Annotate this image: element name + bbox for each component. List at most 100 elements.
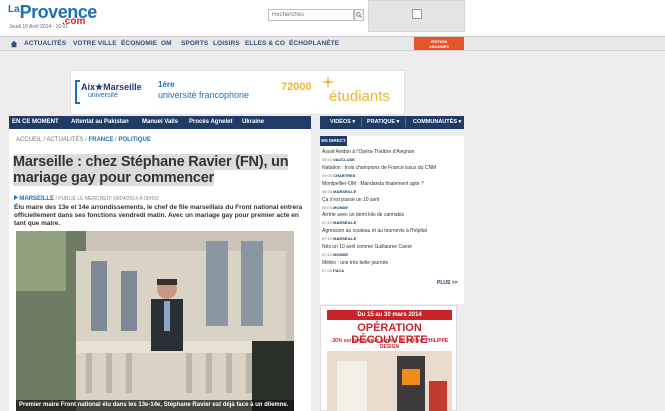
nav-sports[interactable]: SPORTS: [181, 40, 208, 47]
university-banner[interactable]: Aix★Marseille université 1ère université…: [70, 70, 405, 115]
breadcrumb-home[interactable]: ACCUEIL / ACTUALITÉS /: [16, 137, 87, 143]
news-title: Agression au couteau et au tournevis à l…: [322, 228, 427, 234]
logo-la: La: [8, 4, 20, 15]
sidebar-ad[interactable]: Du 15 au 30 mars 2014 OPÉRATION DÉCOUVER…: [320, 305, 457, 411]
breadcrumb: ACCUEIL / ACTUALITÉS / FRANCE / POLITIQU…: [16, 137, 151, 143]
news-title: Météo : une très belle journée: [322, 260, 389, 266]
byline-date: / PUBLIÉ LE MERCREDI 09/04/2014 À 05H32: [55, 196, 159, 202]
byline-city[interactable]: MARSEILLE: [19, 196, 54, 202]
edition-line2: ABONNÉS: [428, 44, 449, 49]
sparkle-icon: [321, 75, 335, 89]
nav-om[interactable]: OM: [161, 40, 172, 47]
news-item[interactable]: Nés un 10 avril comme Guillaume Canet 07…: [322, 244, 464, 257]
search-button[interactable]: [354, 9, 364, 21]
current-date: Jeudi 10 Avril 2014 - 10:01: [9, 24, 69, 30]
news-place: MARSEILLE: [333, 235, 357, 241]
en-ce-moment-bar: EN CE MOMENT Attentat au Pakistan Manuel…: [9, 116, 311, 129]
news-item[interactable]: Montpellier-OM : Mandanda finalement apt…: [322, 181, 464, 194]
site-header: LaProvence .com Jeudi 10 Avril 2014 - 10…: [0, 0, 665, 36]
news-item[interactable]: Agression au couteau et au tournevis à l…: [322, 228, 464, 241]
news-place: MARSEILLE: [333, 219, 357, 225]
trend-link-valls[interactable]: Manuel Valls: [142, 119, 178, 125]
breadcrumb-politique[interactable]: POLITIQUE: [118, 137, 150, 143]
menu-pratique[interactable]: PRATIQUE ▾: [367, 119, 399, 125]
article-title-line2: mariage gay pour commencer: [13, 170, 215, 186]
trend-link-ukraine[interactable]: Ukraine: [242, 119, 264, 125]
news-meta: 08:35 MARSEILLE: [322, 189, 464, 194]
article-photo[interactable]: [16, 231, 294, 411]
nav-echoplanete[interactable]: ÉCHOPLANÈTE: [289, 40, 339, 47]
news-time: 07:19: [322, 219, 333, 225]
edition-abonnes-button[interactable]: ÉDITION ABONNÉS: [414, 37, 464, 50]
nav-elles-co[interactable]: ELLES & CO: [245, 40, 285, 47]
banner-bracket: [75, 80, 80, 104]
article-title-line1: Marseille : chez Stéphane Ravier (FN), u…: [13, 154, 289, 170]
news-item[interactable]: Ça s'est passé un 10 avril 08:05 MONDE: [322, 197, 464, 210]
news-meta: 07:00 PACA: [322, 268, 464, 273]
news-title: Nés un 10 avril comme Guillaume Canet: [322, 244, 412, 250]
home-icon[interactable]: [10, 40, 18, 48]
ad-subtitle: -30% sur la nouvelle gamme de poêles* PH…: [330, 338, 449, 350]
banner-universite-francophone: université francophone: [158, 90, 250, 100]
news-place: CHARTRES: [333, 172, 356, 178]
trend-link-pakistan[interactable]: Attentat au Pakistan: [71, 119, 129, 125]
news-time: 09:43: [322, 156, 333, 162]
news-meta: 07:19 MARSEILLE: [322, 236, 464, 241]
nav-votre-ville[interactable]: VOTRE VILLE: [73, 40, 117, 47]
news-time: 09:09: [322, 172, 333, 178]
article-title: Marseille : chez Stéphane Ravier (FN), u…: [13, 154, 311, 186]
news-title: Montpellier-OM : Mandanda finalement apt…: [322, 181, 424, 187]
news-place: MONDE: [333, 251, 349, 257]
photo-caption: Premier maire Front national élu dans le…: [16, 400, 294, 411]
news-time: 07:10: [322, 251, 333, 257]
news-time: 08:35: [322, 188, 333, 194]
menu-separator: [405, 118, 406, 127]
news-time: 08:05: [322, 204, 333, 210]
news-item[interactable]: Arrêté avec un demi kilo de cannabis 07:…: [322, 212, 464, 225]
nav-economie[interactable]: ÉCONOMIE: [121, 40, 157, 47]
news-item[interactable]: Météo : une très belle journée 07:00 PAC…: [322, 260, 464, 273]
news-title: Natation : trois champions de France iss…: [322, 165, 437, 171]
photo-illustration: [16, 231, 294, 411]
site-logo[interactable]: LaProvence .com: [8, 2, 97, 27]
news-meta: 09:43 VAUCLUSE: [322, 157, 464, 162]
menu-videos[interactable]: VIDÉOS ▾: [330, 119, 355, 125]
news-title: Arrêté avec un demi kilo de cannabis: [322, 212, 404, 218]
page: LaProvence .com Jeudi 10 Avril 2014 - 10…: [0, 0, 665, 411]
trend-link-agnelet[interactable]: Procès Agnelet: [189, 119, 232, 125]
search-input[interactable]: [268, 9, 354, 21]
arrow-icon: [14, 195, 18, 200]
news-time: 07:00: [322, 267, 333, 273]
news-title: Ça s'est passé un 10 avril: [322, 197, 380, 203]
stove-illustration: [327, 351, 452, 411]
news-title: Assaf Avidan à l'Opéra-Théâtre d'Avignon: [322, 149, 415, 155]
breadcrumb-france[interactable]: FRANCE: [88, 137, 113, 143]
nav-loisirs[interactable]: LOISIRS: [213, 40, 240, 47]
news-meta: 08:05 MONDE: [322, 205, 464, 210]
news-place: MONDE: [333, 204, 349, 210]
banner-universite: université: [88, 92, 118, 99]
right-menu: VIDÉOS ▾ PRATIQUE ▾ COMMUNAUTÉS ▾: [320, 116, 464, 129]
broken-image-icon: [412, 9, 422, 19]
main-nav: ACTUALITÉS VOTRE VILLE ÉCONOMIE OM SPORT…: [0, 36, 665, 51]
news-item[interactable]: Assaf Avidan à l'Opéra-Théâtre d'Avignon…: [322, 149, 464, 162]
news-item[interactable]: Natation : trois champions de France iss…: [322, 165, 464, 178]
news-place: PACA: [333, 267, 345, 273]
menu-communautes[interactable]: COMMUNAUTÉS ▾: [413, 119, 461, 125]
news-meta: 07:19 MARSEILLE: [322, 220, 464, 225]
ad-dates: Du 15 au 30 mars 2014: [327, 310, 452, 320]
ad-image: [327, 351, 452, 411]
en-ce-moment-label: EN CE MOMENT: [12, 119, 59, 125]
menu-pratique-label: PRATIQUE: [367, 119, 396, 125]
search-icon: [356, 12, 362, 18]
nav-actualites[interactable]: ACTUALITÉS: [24, 40, 66, 47]
plus-link[interactable]: PLUS >>: [437, 280, 458, 286]
news-meta: 09:09 CHARTRES: [322, 173, 464, 178]
header-ad[interactable]: [368, 0, 465, 32]
banner-etudiants: étudiants: [329, 88, 390, 105]
banner-1ere: 1ère: [158, 80, 175, 89]
news-place: MARSEILLE: [333, 188, 357, 194]
banner-72000: 72000: [281, 81, 312, 93]
en-direct-tab[interactable]: EN DIRECT: [320, 136, 347, 146]
news-place: VAUCLUSE: [333, 156, 355, 162]
